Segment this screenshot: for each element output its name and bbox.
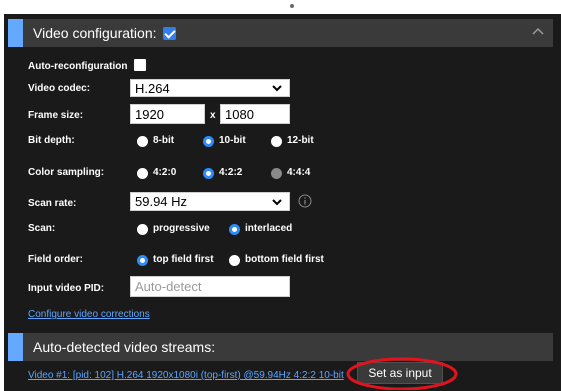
bit-depth-12-radio[interactable] bbox=[271, 136, 282, 147]
top-strip bbox=[0, 0, 561, 14]
codec-value: H.264 bbox=[135, 80, 170, 96]
bit-depth-10-label: 10-bit bbox=[219, 135, 246, 146]
auto-reconfig-label: Auto-reconfiguration bbox=[28, 61, 128, 72]
chevron-up-icon[interactable] bbox=[531, 25, 545, 39]
bit-depth-12-label: 12-bit bbox=[287, 135, 314, 146]
configure-video-corrections-link[interactable]: Configure video corrections bbox=[28, 309, 150, 320]
scan-rate-value: 59.94 Hz bbox=[135, 194, 188, 209]
header-accent bbox=[8, 19, 23, 47]
chevron-down-icon bbox=[272, 85, 282, 92]
field-order-label: Field order: bbox=[28, 254, 84, 265]
info-icon[interactable] bbox=[298, 194, 312, 208]
sampling-420-radio[interactable] bbox=[137, 168, 148, 179]
video-config-title: Video configuration: bbox=[33, 25, 157, 41]
sampling-420-label: 4:2:0 bbox=[153, 167, 177, 178]
scan-interlaced-label: interlaced bbox=[245, 223, 293, 234]
top-dot bbox=[290, 4, 294, 8]
frame-width-input[interactable]: 1920 bbox=[130, 104, 205, 124]
auto-reconfig-checkbox[interactable] bbox=[134, 59, 146, 71]
pid-input[interactable]: Auto-detect bbox=[130, 276, 290, 297]
field-order-bottom-label: bottom field first bbox=[245, 254, 324, 265]
color-sampling-label: Color sampling: bbox=[28, 167, 105, 178]
chevron-down-icon bbox=[272, 198, 282, 205]
frame-size-label: Frame size: bbox=[28, 110, 84, 121]
pid-label: Input video PID: bbox=[28, 283, 105, 294]
scan-label: Scan: bbox=[28, 223, 56, 234]
auto-detected-header: Auto-detected video streams: bbox=[8, 333, 553, 361]
scan-rate-select[interactable]: 59.94 Hz bbox=[130, 192, 290, 211]
bit-depth-8-label: 8-bit bbox=[153, 135, 175, 146]
field-order-bottom-radio[interactable] bbox=[229, 255, 240, 266]
codec-select[interactable]: H.264 bbox=[130, 79, 290, 97]
sampling-444-label: 4:4:4 bbox=[287, 167, 311, 178]
auto-detected-title: Auto-detected video streams: bbox=[33, 339, 216, 355]
codec-label: Video codec: bbox=[28, 83, 91, 94]
scan-rate-label: Scan rate: bbox=[28, 198, 77, 209]
frame-height-input[interactable]: 1080 bbox=[220, 104, 290, 124]
header-accent bbox=[8, 333, 23, 361]
sampling-422-radio[interactable] bbox=[203, 168, 214, 179]
scan-interlaced-radio[interactable] bbox=[229, 224, 240, 235]
video-config-header[interactable]: Video configuration: bbox=[8, 19, 553, 47]
sampling-422-label: 4:2:2 bbox=[219, 167, 243, 178]
video-config-enabled-checkbox[interactable] bbox=[162, 26, 176, 40]
frame-size-separator: x bbox=[210, 110, 216, 121]
bit-depth-8-radio[interactable] bbox=[137, 136, 148, 147]
sampling-444-radio[interactable] bbox=[271, 168, 282, 179]
detected-stream-link[interactable]: Video #1: [pid: 102] H.264 1920x1080i (t… bbox=[28, 370, 344, 381]
field-order-top-radio[interactable] bbox=[137, 255, 148, 266]
scan-progressive-radio[interactable] bbox=[137, 224, 148, 235]
bit-depth-10-radio[interactable] bbox=[203, 136, 214, 147]
bit-depth-label: Bit depth: bbox=[28, 135, 75, 146]
field-order-top-label: top field first bbox=[153, 254, 214, 265]
scan-progressive-label: progressive bbox=[153, 223, 210, 234]
highlight-annotation bbox=[346, 357, 458, 390]
